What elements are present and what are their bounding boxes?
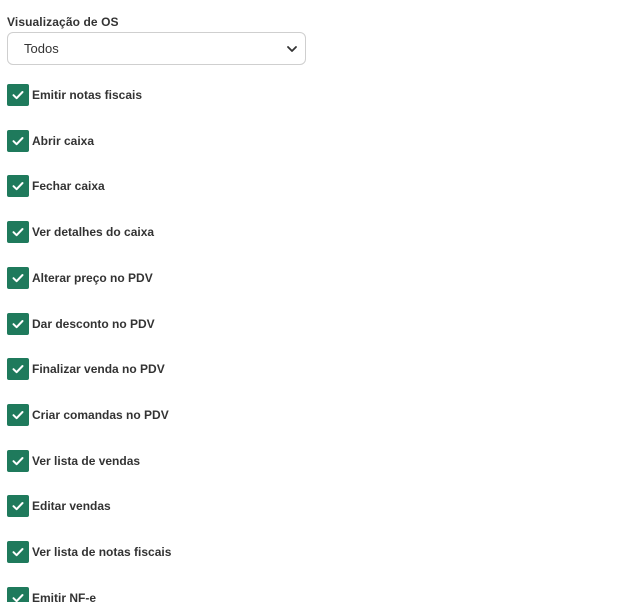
os-view-label: Visualização de OS [7,15,119,29]
checkbox[interactable] [7,450,29,472]
checkbox[interactable] [7,541,29,563]
os-view-select[interactable]: Todos [7,32,306,65]
permission-checkbox-row[interactable]: Abrir caixa [7,130,94,152]
checkmark-icon [12,91,24,100]
checkmark-icon [12,365,24,374]
checkbox[interactable] [7,175,29,197]
permission-label: Emitir notas fiscais [32,88,143,102]
permission-label: Alterar preço no PDV [32,271,153,285]
checkbox[interactable] [7,404,29,426]
permission-label: Criar comandas no PDV [32,408,169,422]
permission-checkbox-row[interactable]: Emitir notas fiscais [7,84,142,106]
permission-checkbox-row[interactable]: Ver detalhes do caixa [7,221,154,243]
permission-label: Fechar caixa [32,179,105,193]
checkbox[interactable] [7,313,29,335]
checkbox[interactable] [7,358,29,380]
checkbox[interactable] [7,221,29,243]
permission-checkbox-row[interactable]: Ver lista de vendas [7,450,140,472]
checkbox[interactable] [7,267,29,289]
permission-checkbox-row[interactable]: Editar vendas [7,495,111,517]
checkmark-icon [12,594,24,602]
permission-checkbox-row[interactable]: Finalizar venda no PDV [7,358,165,380]
checkmark-icon [12,411,24,420]
permissions-form: Visualização de OS Todos Emitir notas fi… [0,0,617,602]
checkbox[interactable] [7,587,29,602]
checkmark-icon [12,228,24,237]
checkmark-icon [12,548,24,557]
permission-label: Editar vendas [32,499,111,513]
checkmark-icon [12,182,24,191]
checkbox[interactable] [7,130,29,152]
permission-checkbox-row[interactable]: Fechar caixa [7,175,105,197]
permission-checkbox-row[interactable]: Dar desconto no PDV [7,313,155,335]
checkbox[interactable] [7,495,29,517]
chevron-down-icon [287,46,297,52]
permission-label: Finalizar venda no PDV [32,362,165,376]
permission-checkbox-row[interactable]: Criar comandas no PDV [7,404,169,426]
permission-label: Ver detalhes do caixa [32,225,155,239]
checkmark-icon [12,274,24,283]
permission-checkbox-row[interactable]: Alterar preço no PDV [7,267,153,289]
os-view-selected-value: Todos [24,41,59,56]
checkmark-icon [12,137,24,146]
permission-label: Dar desconto no PDV [32,317,155,331]
permission-checkbox-row[interactable]: Ver lista de notas fiscais [7,541,171,563]
permission-label: Ver lista de vendas [32,454,141,468]
checkmark-icon [12,320,24,329]
permission-label: Abrir caixa [32,134,95,148]
permission-label: Emitir NF-e [32,591,97,602]
checkmark-icon [12,457,24,466]
permission-checkbox-row[interactable]: Emitir NF-e [7,587,96,602]
permission-label: Ver lista de notas fiscais [32,545,172,559]
checkmark-icon [12,502,24,511]
checkbox[interactable] [7,84,29,106]
